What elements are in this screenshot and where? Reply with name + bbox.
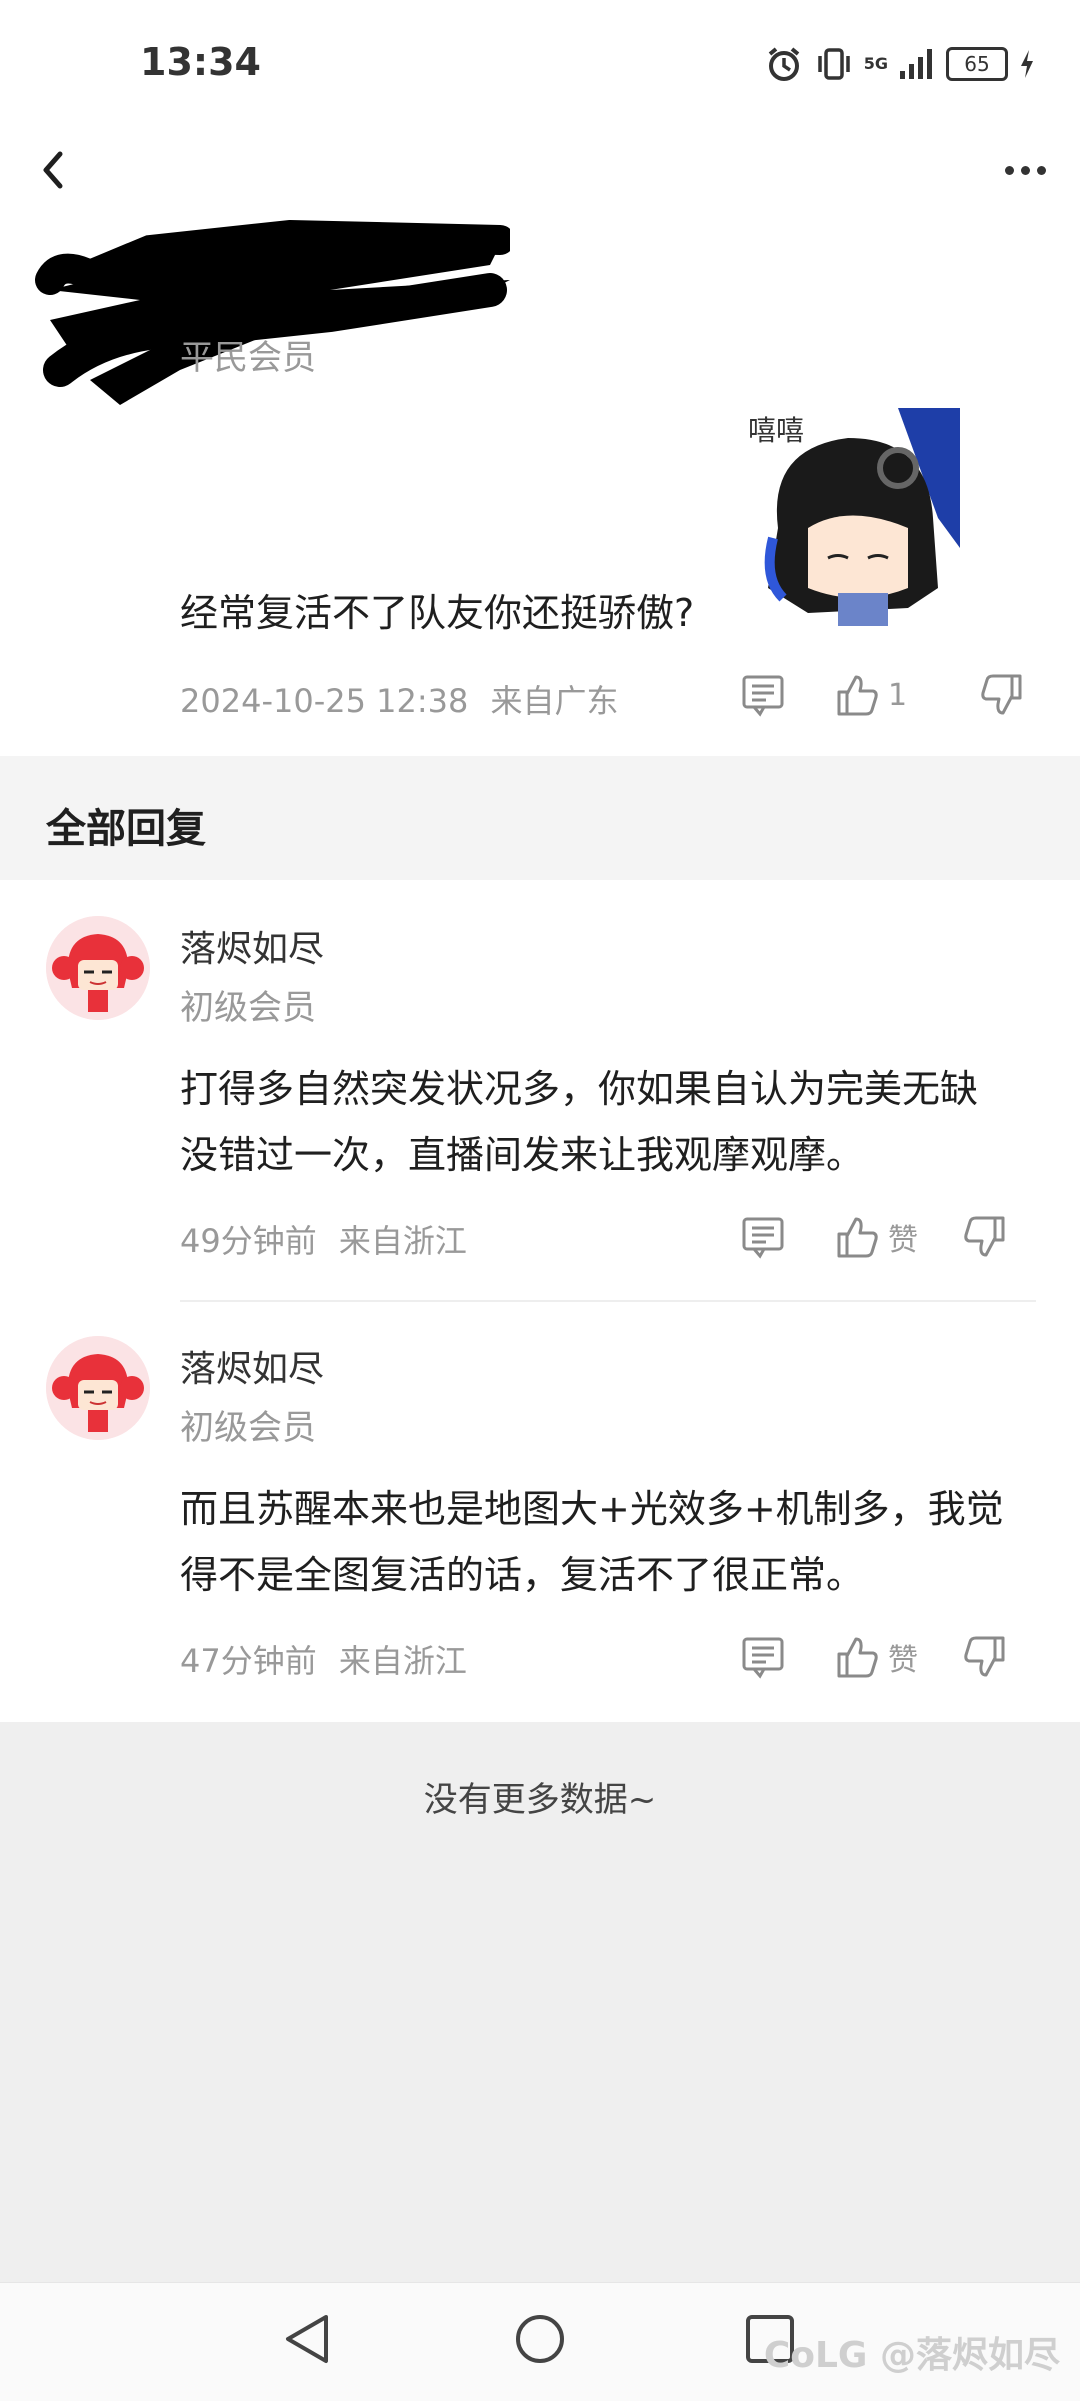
reply-author-name[interactable]: 落烬如尽 bbox=[180, 1340, 324, 1392]
redacted-author-scribble bbox=[35, 220, 510, 405]
status-icons: 5G 65 bbox=[764, 44, 1036, 84]
thumbs-down-icon[interactable] bbox=[962, 1214, 1008, 1260]
like-count: 1 bbox=[888, 677, 908, 713]
signal-icon bbox=[900, 49, 932, 79]
section-title: 全部回复 bbox=[46, 806, 206, 852]
post-content: 经常复活不了队友你还挺骄傲? bbox=[180, 591, 695, 635]
reply-time: 49分钟前 bbox=[180, 1222, 317, 1260]
thumbs-down-icon[interactable] bbox=[979, 672, 1025, 718]
chevron-left-icon bbox=[43, 151, 63, 189]
sticker-image: 嘻嘻 bbox=[748, 408, 960, 626]
dot bbox=[1004, 165, 1014, 175]
like-label[interactable]: 赞 bbox=[888, 1635, 918, 1679]
reply-meta: 47分钟前 来自浙江 bbox=[180, 1636, 467, 1682]
thumbs-down-icon[interactable] bbox=[962, 1634, 1008, 1680]
reply-author-name[interactable]: 落烬如尽 bbox=[180, 920, 324, 972]
reply-location: 来自浙江 bbox=[338, 1642, 467, 1680]
comment-icon[interactable] bbox=[740, 672, 786, 718]
reply-actions: 赞 bbox=[740, 1214, 1008, 1260]
watermark: CoLG @落烬如尽 bbox=[763, 2335, 1060, 2376]
post-author-badge: 平民会员 bbox=[180, 338, 316, 378]
nav-back-icon[interactable] bbox=[280, 2309, 336, 2369]
reply-meta: 49分钟前 来自浙江 bbox=[180, 1216, 467, 1262]
thumbs-up-icon[interactable] bbox=[834, 1634, 880, 1680]
reply-author-badge: 初级会员 bbox=[180, 1408, 316, 1448]
post-location: 来自广东 bbox=[490, 682, 619, 720]
back-button[interactable] bbox=[30, 140, 90, 200]
avatar[interactable] bbox=[46, 1336, 150, 1440]
reply-content: 而且苏醒本来也是地图大+光效多+机制多，我觉 得不是全图复活的话，复活不了很正常… bbox=[180, 1476, 1060, 1608]
vibrate-icon bbox=[817, 48, 850, 80]
divider bbox=[180, 1300, 1036, 1302]
reply-author-badge: 初级会员 bbox=[180, 988, 316, 1028]
comment-icon[interactable] bbox=[740, 1214, 786, 1260]
reply-actions: 赞 bbox=[740, 1634, 1008, 1680]
reply-location: 来自浙江 bbox=[338, 1222, 467, 1260]
post-actions: 1 bbox=[740, 672, 1025, 718]
thumbs-up-icon[interactable] bbox=[834, 1214, 880, 1260]
reply-line: 没错过一次，直播间发来让我观摩观摩。 bbox=[180, 1133, 865, 1177]
reply-line: 而且苏醒本来也是地图大+光效多+机制多，我觉 bbox=[180, 1487, 1004, 1531]
nav-home-icon[interactable] bbox=[512, 2309, 568, 2369]
post-meta: 2024-10-25 12:38 来自广东 bbox=[180, 676, 619, 722]
comment-icon[interactable] bbox=[740, 1634, 786, 1680]
avatar-image bbox=[46, 1336, 150, 1440]
dot bbox=[1036, 165, 1046, 175]
like-label[interactable]: 赞 bbox=[888, 1215, 918, 1259]
avatar[interactable] bbox=[46, 916, 150, 1020]
alarm-icon bbox=[768, 47, 800, 81]
post-timestamp: 2024-10-25 12:38 bbox=[180, 682, 469, 720]
reply-line: 打得多自然突发状况多，你如果自认为完美无缺 bbox=[180, 1067, 979, 1111]
battery-icon: 65 bbox=[946, 47, 1008, 81]
dot bbox=[1020, 165, 1030, 175]
more-options-button[interactable] bbox=[990, 140, 1060, 200]
no-more-data-label: 没有更多数据~ bbox=[423, 1780, 657, 1820]
charging-icon bbox=[1021, 50, 1033, 78]
reply-content: 打得多自然突发状况多，你如果自认为完美无缺 没错过一次，直播间发来让我观摩观摩。 bbox=[180, 1056, 1060, 1188]
status-time: 13:34 bbox=[140, 40, 261, 84]
thumbs-up-icon[interactable] bbox=[834, 672, 880, 718]
avatar-image bbox=[46, 916, 150, 1020]
reply-time: 47分钟前 bbox=[180, 1642, 317, 1680]
reply-line: 得不是全图复活的话，复活不了很正常。 bbox=[180, 1553, 865, 1597]
network-type: 5G bbox=[863, 54, 888, 73]
sticker-caption: 嘻嘻 bbox=[748, 414, 804, 447]
